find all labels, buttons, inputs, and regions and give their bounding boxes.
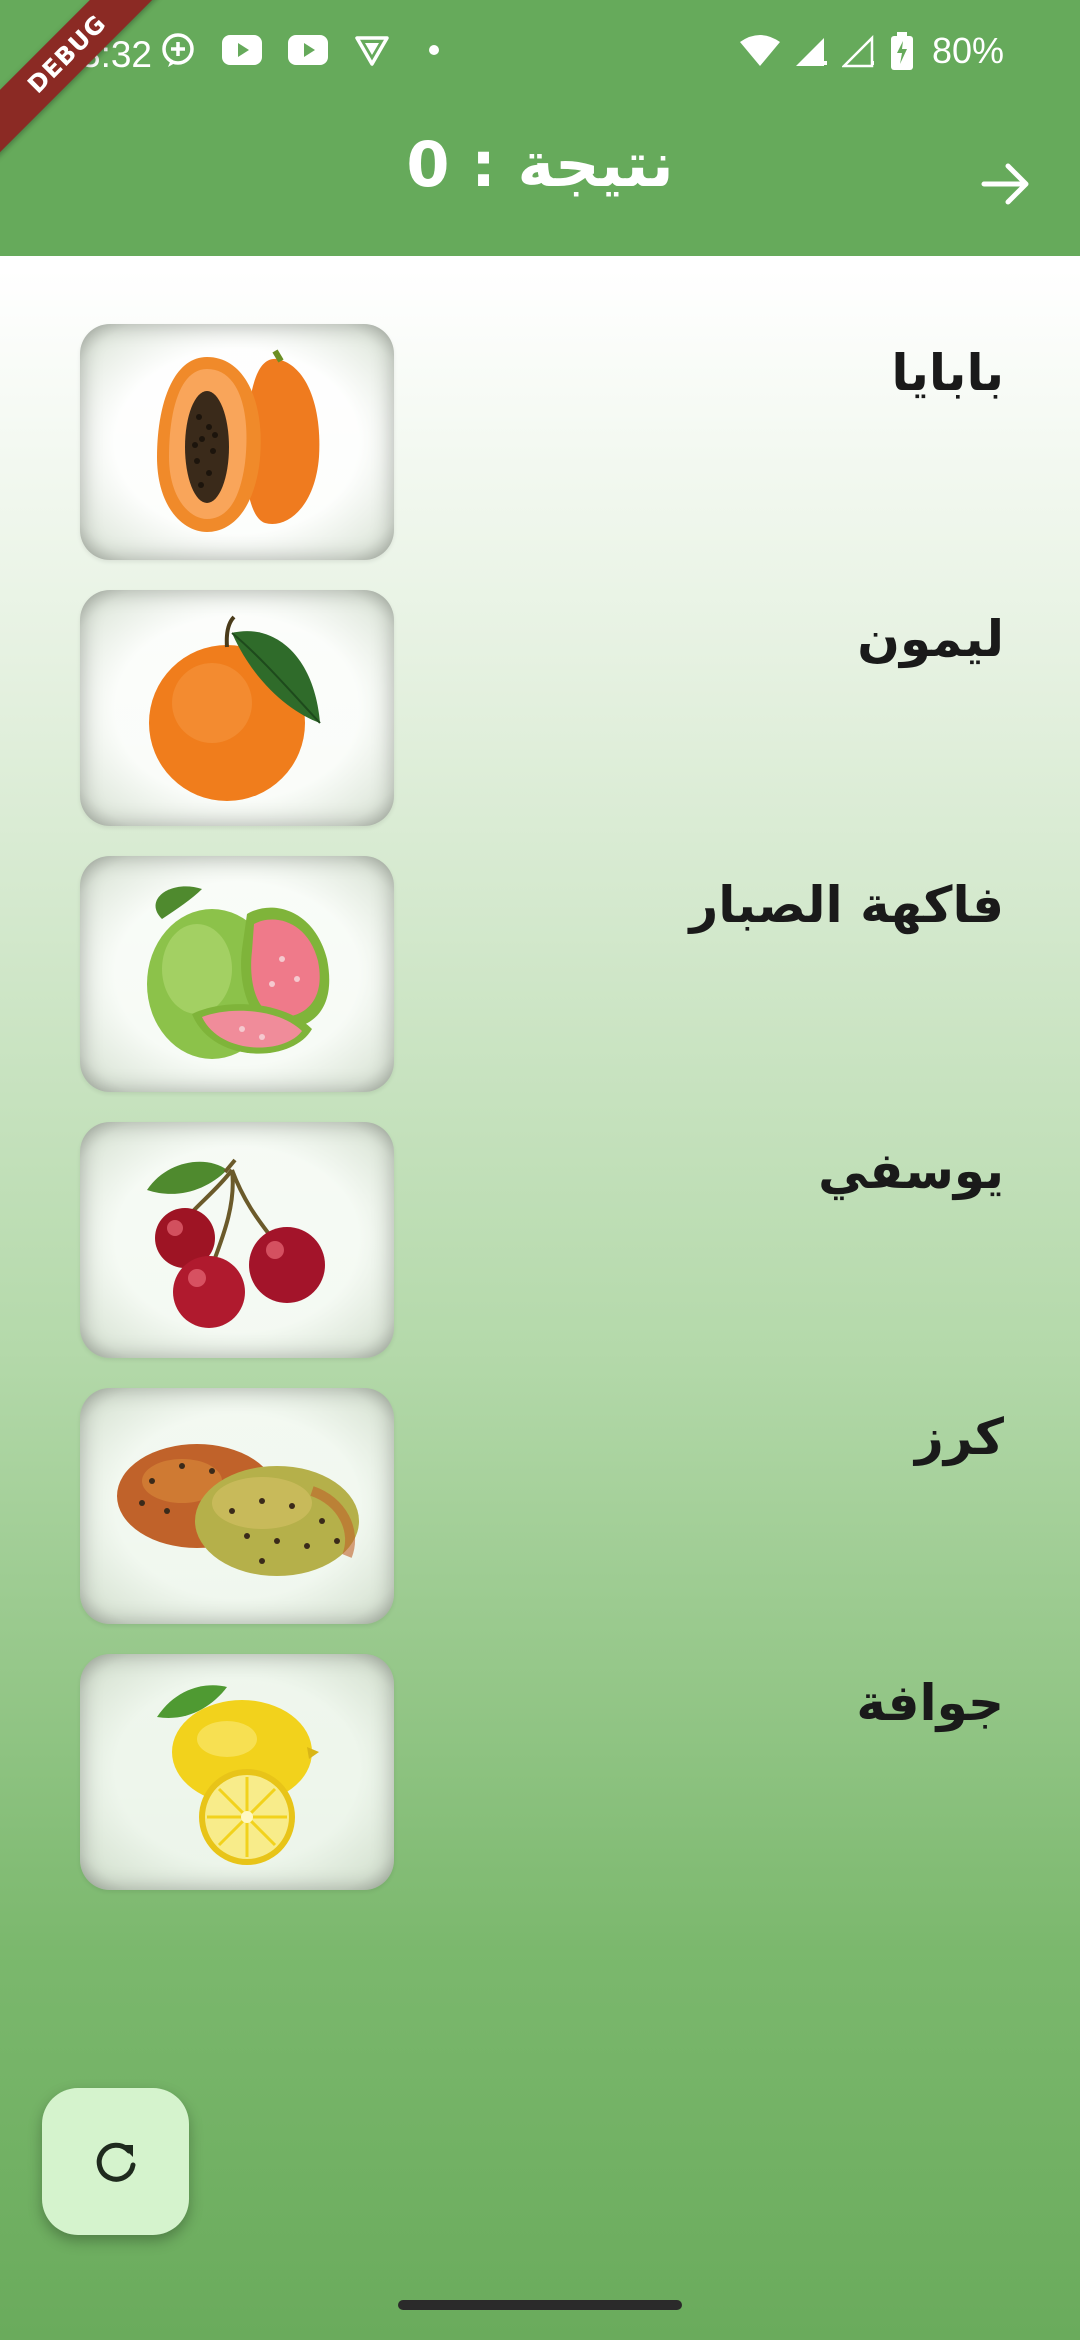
battery-charging-icon xyxy=(890,32,913,70)
list-item: جوافة xyxy=(0,1654,1080,1890)
signal-icon xyxy=(795,38,827,66)
navigation-handle[interactable] xyxy=(398,2300,682,2310)
lemon-image xyxy=(157,1685,319,1865)
fruit-name[interactable]: ليمون xyxy=(857,610,1004,668)
fruit-image-card[interactable] xyxy=(80,1122,394,1358)
list-item: بابايا xyxy=(0,324,1080,560)
list-item: فاكهة الصبار xyxy=(0,856,1080,1092)
system-icons: 80% xyxy=(739,30,1004,72)
fruit-image-card[interactable] xyxy=(80,856,394,1092)
papaya-image xyxy=(157,349,320,532)
dot-icon xyxy=(429,45,439,55)
list-item: ليمون xyxy=(0,590,1080,826)
list-item: كرز xyxy=(0,1388,1080,1624)
page-title: نتيجة : 0 xyxy=(406,128,674,201)
app-bar: 3:32 80% DEBUG نتيجة: 0 xyxy=(0,0,1080,256)
notification-icons xyxy=(160,32,452,68)
guava-image xyxy=(147,886,330,1059)
refresh-button[interactable] xyxy=(42,2088,189,2235)
cherries-image xyxy=(147,1158,325,1328)
arrow-right-icon[interactable] xyxy=(978,156,1034,212)
refresh-icon xyxy=(96,2142,135,2182)
fruit-image-card[interactable] xyxy=(80,590,394,826)
chat-bubble-icon xyxy=(162,33,194,67)
fruit-name[interactable]: فاكهة الصبار xyxy=(690,876,1004,934)
fruit-name[interactable]: بابايا xyxy=(891,344,1004,402)
battery-percentage: 80% xyxy=(931,30,1004,71)
status-bar: 3:32 80% xyxy=(0,0,1080,110)
orange-image xyxy=(149,615,321,801)
youtube-icon xyxy=(288,35,328,65)
youtube-icon xyxy=(222,35,262,65)
prickly-pear-image xyxy=(117,1444,359,1576)
signal-icon xyxy=(841,34,874,68)
fruit-name[interactable]: كرز xyxy=(915,1408,1004,1466)
vpn-shield-icon xyxy=(355,36,389,66)
fruit-image-card[interactable] xyxy=(80,1654,394,1890)
fruit-name[interactable]: يوسفي xyxy=(818,1142,1004,1200)
fruit-name[interactable]: جوافة xyxy=(856,1674,1004,1732)
fruit-image-card[interactable] xyxy=(80,324,394,560)
list-item: يوسفي xyxy=(0,1122,1080,1358)
wifi-icon xyxy=(739,35,780,66)
fruit-image-card[interactable] xyxy=(80,1388,394,1624)
